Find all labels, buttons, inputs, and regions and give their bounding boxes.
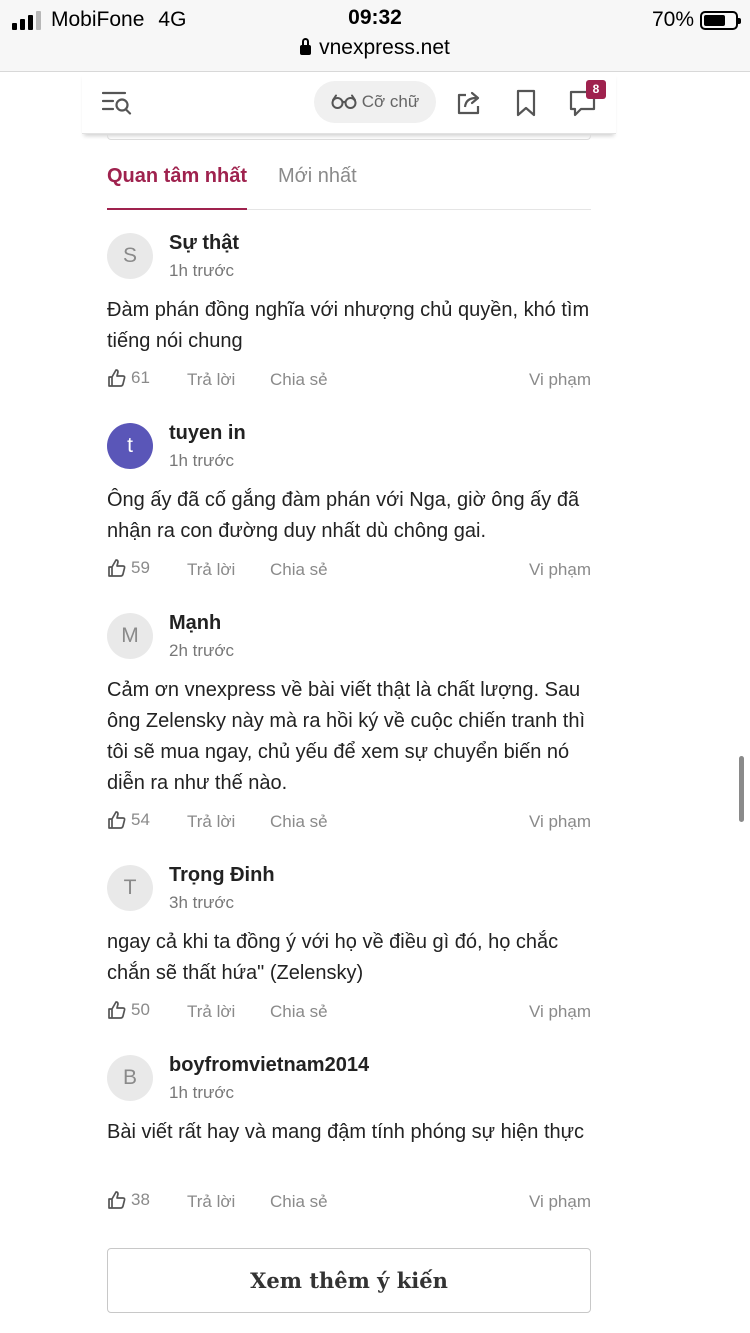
thumbs-up-icon	[108, 369, 126, 387]
url-text: vnexpress.net	[319, 36, 450, 59]
battery-icon	[700, 10, 741, 30]
comment-author[interactable]: Mạnh	[169, 612, 221, 635]
lock-icon	[300, 38, 312, 55]
comment-text: Bài viết rất hay và mang đậm tính phóng …	[107, 1121, 585, 1143]
load-more-comments-button[interactable]: Xem thêm ý kiến	[107, 1248, 591, 1313]
comment-time: 2h trước	[169, 641, 235, 660]
comment-author[interactable]: Trọng Đinh	[169, 864, 275, 887]
comment-actions: 61 Trả lời Chia sẻ Vi phạm	[107, 368, 591, 392]
like-button[interactable]: 50	[107, 1000, 150, 1020]
comment-actions: 50 Trả lời Chia sẻ Vi phạm	[107, 1000, 591, 1024]
comment-actions: 59 Trả lời Chia sẻ Vi phạm	[107, 558, 591, 582]
report-button[interactable]: Vi phạm	[529, 1192, 591, 1212]
menu-search-icon[interactable]	[102, 90, 132, 116]
bookmark-icon[interactable]	[515, 89, 537, 117]
address-bar[interactable]: vnexpress.net	[0, 36, 750, 60]
report-button[interactable]: Vi phạm	[529, 1002, 591, 1022]
comment-text: Ông ấy đã cố gắng đàm phán với Nga, giờ …	[107, 489, 580, 542]
thumbs-up-icon	[108, 811, 126, 829]
thumbs-up-icon	[108, 1191, 126, 1209]
reply-button[interactable]: Trả lời	[187, 1192, 235, 1212]
like-count: 61	[131, 368, 150, 387]
glasses-icon	[331, 94, 357, 109]
tab-newest[interactable]: Mới nhất	[278, 165, 357, 188]
article-toolbar: Cỡ chữ 8	[82, 72, 616, 134]
report-button[interactable]: Vi phạm	[529, 560, 591, 580]
avatar[interactable]: S	[107, 233, 153, 279]
share-button[interactable]: Chia sẻ	[270, 560, 328, 580]
font-size-label: Cỡ chữ	[361, 92, 420, 111]
like-count: 54	[131, 810, 150, 829]
status-right: 70%	[651, 8, 741, 32]
comment-count-badge: 8	[586, 80, 606, 99]
comment-time: 1h trước	[169, 451, 235, 470]
avatar[interactable]: M	[107, 613, 153, 659]
comment-author[interactable]: boyfromvietnam2014	[169, 1054, 369, 1077]
share-icon[interactable]	[455, 88, 483, 116]
like-count: 38	[131, 1190, 150, 1209]
share-button[interactable]: Chia sẻ	[270, 812, 328, 832]
comment-time: 1h trước	[169, 1083, 235, 1102]
comment-time: 1h trước	[169, 261, 235, 280]
status-bar: MobiFone 4G 09:32 vnexpress.net 70%	[0, 0, 750, 72]
comment-actions: 54 Trả lời Chia sẻ Vi phạm	[107, 810, 591, 834]
thumbs-up-icon	[108, 559, 126, 577]
reply-button[interactable]: Trả lời	[187, 1002, 235, 1022]
reply-button[interactable]: Trả lời	[187, 560, 235, 580]
comment-tabs: Quan tâm nhất Mới nhất	[107, 160, 591, 210]
comment-text: Cảm ơn vnexpress về bài viết thật là chấ…	[107, 679, 586, 794]
tab-most-relevant[interactable]: Quan tâm nhất	[107, 165, 248, 210]
battery-percent: 70%	[651, 8, 694, 31]
share-button[interactable]: Chia sẻ	[270, 1192, 328, 1212]
scrollbar[interactable]	[739, 756, 744, 822]
like-button[interactable]: 59	[107, 558, 150, 578]
comment-author[interactable]: Sự thật	[169, 232, 239, 255]
clock: 09:32	[348, 6, 402, 29]
reply-button[interactable]: Trả lời	[187, 370, 235, 390]
divider	[107, 134, 591, 140]
font-size-button[interactable]: Cỡ chữ	[314, 81, 436, 123]
share-button[interactable]: Chia sẻ	[270, 370, 328, 390]
report-button[interactable]: Vi phạm	[529, 812, 591, 832]
like-button[interactable]: 38	[107, 1190, 150, 1210]
avatar[interactable]: t	[107, 423, 153, 469]
avatar[interactable]: T	[107, 865, 153, 911]
like-count: 50	[131, 1000, 150, 1019]
comment-time: 3h trước	[169, 893, 235, 912]
thumbs-up-icon	[108, 1001, 126, 1019]
comment-actions: 38 Trả lời Chia sẻ Vi phạm	[107, 1190, 591, 1214]
avatar[interactable]: B	[107, 1055, 153, 1101]
reply-button[interactable]: Trả lời	[187, 812, 235, 832]
like-button[interactable]: 54	[107, 810, 150, 830]
share-button[interactable]: Chia sẻ	[270, 1002, 328, 1022]
like-button[interactable]: 61	[107, 368, 150, 388]
comment-author[interactable]: tuyen in	[169, 422, 246, 445]
comment-text: Đàm phán đồng nghĩa với nhượng chủ quyền…	[107, 299, 590, 352]
like-count: 59	[131, 558, 150, 577]
report-button[interactable]: Vi phạm	[529, 370, 591, 390]
comment-text: ngay cả khi ta đồng ý với họ về điều gì …	[107, 931, 559, 984]
